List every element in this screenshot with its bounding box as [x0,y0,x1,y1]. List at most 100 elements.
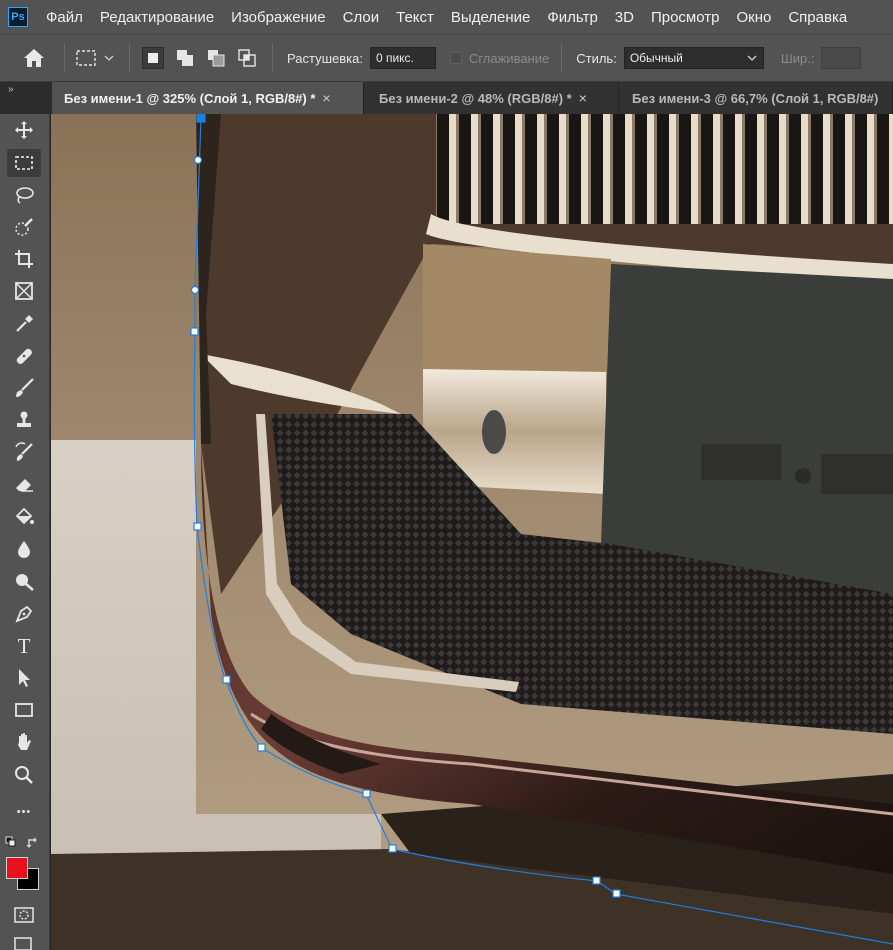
tool-frame[interactable] [7,277,41,305]
quick-selection-icon [15,218,33,236]
tool-preset-picker[interactable] [75,49,123,67]
menu-edit[interactable]: Редактирование [100,9,214,26]
chevron-down-icon [104,55,114,61]
tool-crop[interactable] [7,245,41,273]
separator [561,43,563,73]
add-selection-icon [177,50,193,66]
tool-more[interactable]: ••• [7,798,41,826]
tool-hand[interactable] [7,728,41,756]
tab-label: Без имени-2 @ 48% (RGB/8#) * [379,90,572,106]
subtract-from-selection-button[interactable] [205,47,227,69]
tab-document-3[interactable]: Без имени-3 @ 66,7% (Слой 1, RGB/8#) [620,82,893,114]
tab-document-1[interactable]: Без имени-1 @ 325% (Слой 1, RGB/8#) * × [52,82,364,114]
new-selection-button[interactable] [142,47,164,69]
menu-type[interactable]: Текст [396,9,434,26]
tool-lasso[interactable] [7,181,41,209]
menu-view[interactable]: Просмотр [651,9,720,26]
antialias-checkbox[interactable] [449,52,462,64]
healing-brush-icon [16,348,32,364]
separator [272,43,273,73]
clone-stamp-icon [17,411,31,427]
tool-move[interactable] [7,116,41,144]
brush-icon [16,378,34,397]
tool-brush[interactable] [7,374,41,402]
frame-icon [15,282,33,300]
menu-3d[interactable]: 3D [615,9,634,26]
photoshop-logo[interactable]: Ps [8,7,28,27]
swap-colors-button[interactable] [26,836,40,850]
intersect-selection-button[interactable] [236,47,258,69]
tool-blur[interactable] [7,535,41,563]
blur-icon [18,541,30,558]
tool-dodge[interactable] [7,567,41,595]
rectangular-marquee-icon [15,156,33,170]
eraser-icon [16,479,33,492]
eyedropper-icon [16,315,33,332]
width-label: Шир.: [780,50,815,66]
tool-paint-bucket[interactable] [7,503,41,531]
menu-filter[interactable]: Фильтр [547,9,597,26]
dodge-icon [16,574,34,591]
tool-history-brush[interactable] [7,438,41,466]
menu-window[interactable]: Окно [736,9,771,26]
tools-panel: T ••• [0,114,50,950]
separator [129,43,130,73]
path-selection-icon [19,669,30,687]
add-to-selection-button[interactable] [174,47,196,69]
menu-file[interactable]: Файл [46,9,83,26]
menu-help[interactable]: Справка [788,9,847,26]
screen-mode-icon [14,937,32,950]
quick-mask-button[interactable] [12,905,36,925]
width-input[interactable] [821,47,862,69]
menu-bar: Ps Файл Редактирование Изображение Слои … [0,0,893,34]
menu-select[interactable]: Выделение [451,9,530,26]
document-canvas[interactable] [51,114,893,950]
swap-colors-icon [26,837,37,848]
tool-eraser[interactable] [7,471,41,499]
tool-path-selection[interactable] [7,664,41,692]
expand-panels-icon[interactable]: » [8,84,14,95]
default-colors-button[interactable] [5,836,17,848]
feather-input[interactable]: 0 пикс. [369,47,436,69]
tool-zoom[interactable] [7,761,41,789]
quick-mask-icon [14,907,34,923]
foreground-color-swatch[interactable] [6,857,28,879]
pen-icon [15,605,33,623]
close-icon[interactable]: × [579,90,587,106]
tool-pen[interactable] [7,600,41,628]
screen-mode-button[interactable] [12,934,36,950]
move-icon [15,121,33,139]
style-select[interactable]: Обычный [623,47,764,69]
crop-icon [15,250,33,268]
feather-label: Растушевка: [287,50,363,66]
lasso-icon [16,187,34,204]
tab-label: Без имени-3 @ 66,7% (Слой 1, RGB/8#) [632,90,879,106]
tool-healing-brush[interactable] [7,342,41,370]
paint-bucket-icon [15,507,34,525]
hand-icon [18,733,31,750]
tool-type[interactable]: T [7,632,41,660]
menu-image[interactable]: Изображение [231,9,326,26]
home-icon [24,49,44,67]
separator [64,43,65,73]
tab-document-2[interactable]: Без имени-2 @ 48% (RGB/8#) * × [367,82,619,114]
marquee-preset-icon [76,50,96,66]
tool-clone-stamp[interactable] [7,406,41,434]
style-select-value: Обычный [629,51,683,65]
new-selection-icon [148,53,158,63]
default-colors-icon [5,836,16,847]
document-tabs: » Без имени-1 @ 325% (Слой 1, RGB/8#) * … [0,82,893,114]
home-button[interactable] [14,38,54,78]
tool-rectangle[interactable] [7,696,41,724]
tab-label: Без имени-1 @ 325% (Слой 1, RGB/8#) * [64,90,316,106]
close-icon[interactable]: × [322,90,330,106]
zoom-icon [15,766,33,784]
tool-rectangular-marquee[interactable] [7,149,41,177]
type-icon: T [17,633,31,658]
rectangle-shape-icon [15,703,33,717]
canvas-image [51,114,893,950]
tool-quick-selection[interactable] [7,213,41,241]
chevron-down-icon [747,55,757,61]
menu-layers[interactable]: Слои [343,9,379,26]
tool-eyedropper[interactable] [7,310,41,338]
